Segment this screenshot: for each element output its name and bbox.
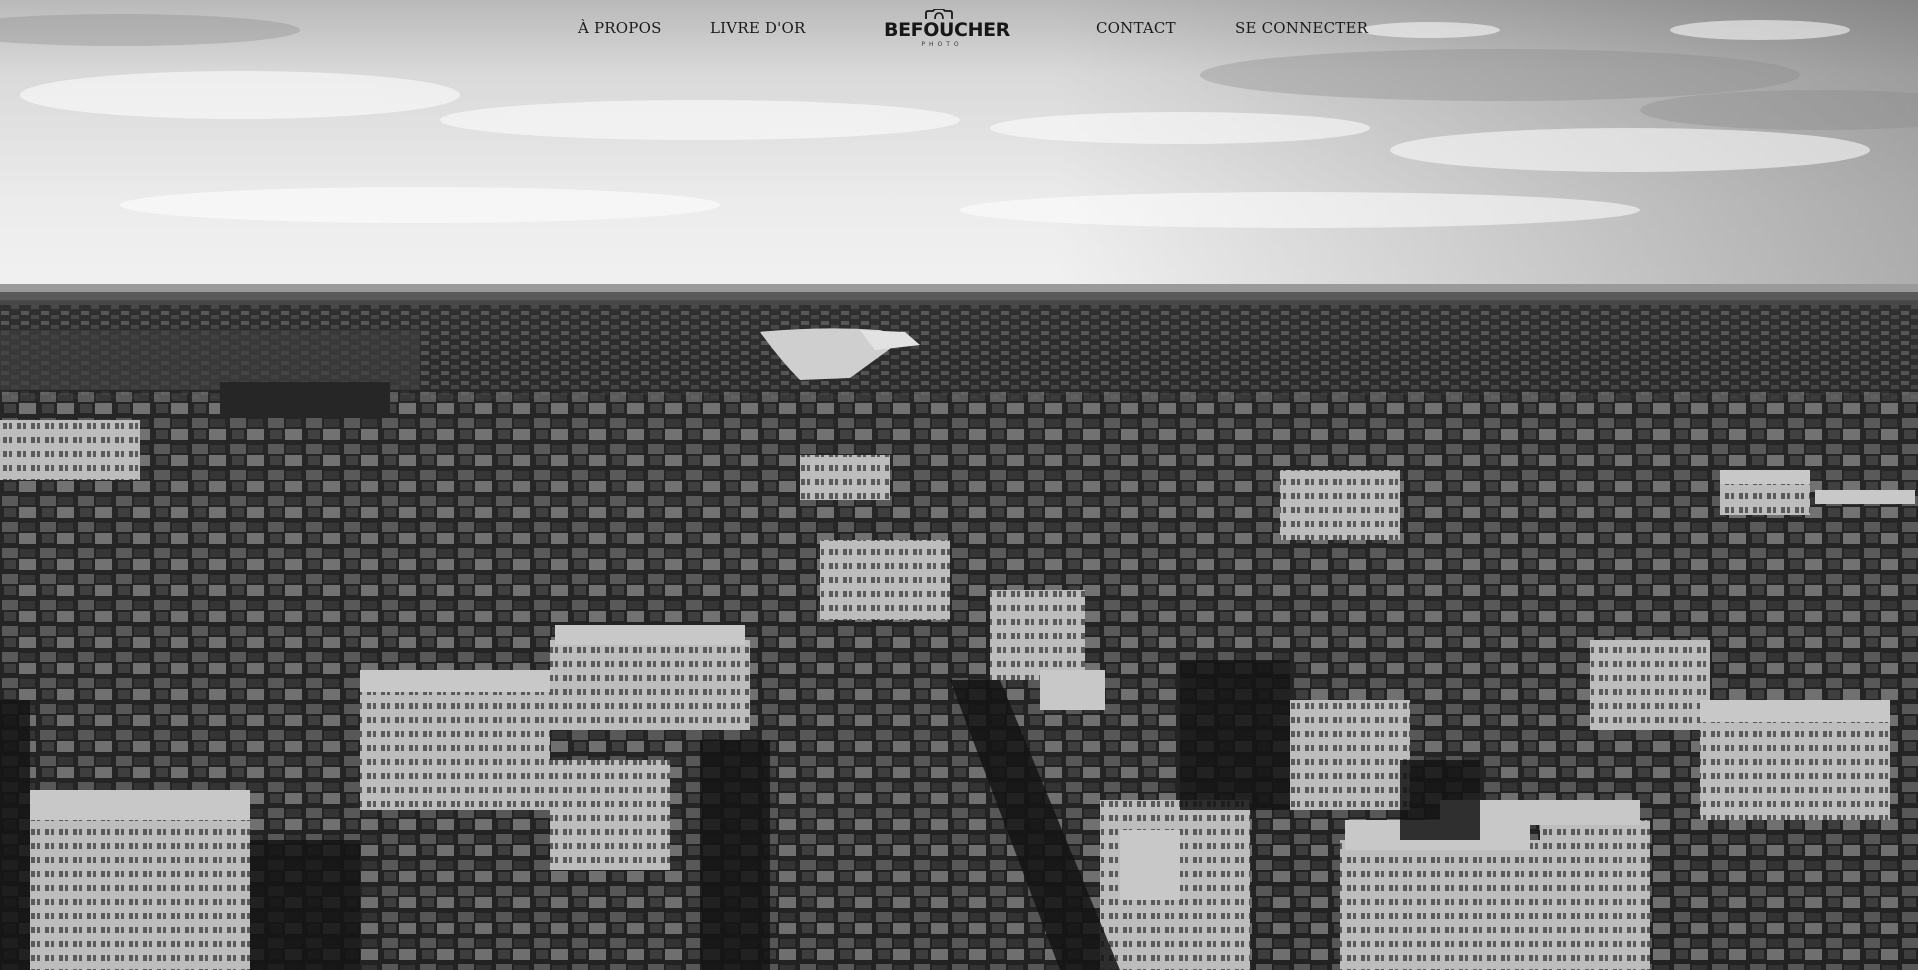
site-logo[interactable]: BEFOUCHER PHOTO bbox=[884, 9, 1010, 53]
nav-link-a-propos[interactable]: À PROPOS bbox=[578, 19, 662, 37]
logo-subtitle: PHOTO bbox=[921, 41, 963, 48]
aerial-city-image bbox=[0, 0, 1918, 970]
camera-icon bbox=[925, 9, 953, 19]
nav-link-contact[interactable]: CONTACT bbox=[1096, 19, 1176, 37]
page: À PROPOS LIVRE D'OR BEFOUCHER PHOTO CONT… bbox=[0, 0, 1918, 970]
top-navigation: À PROPOS LIVRE D'OR BEFOUCHER PHOTO CONT… bbox=[0, 0, 1918, 58]
nav-link-se-connecter[interactable]: SE CONNECTER bbox=[1235, 19, 1368, 37]
logo-wordmark: BEFOUCHER bbox=[884, 19, 1010, 41]
nav-link-livre-dor[interactable]: LIVRE D'OR bbox=[710, 19, 805, 37]
hero-background bbox=[0, 0, 1918, 970]
